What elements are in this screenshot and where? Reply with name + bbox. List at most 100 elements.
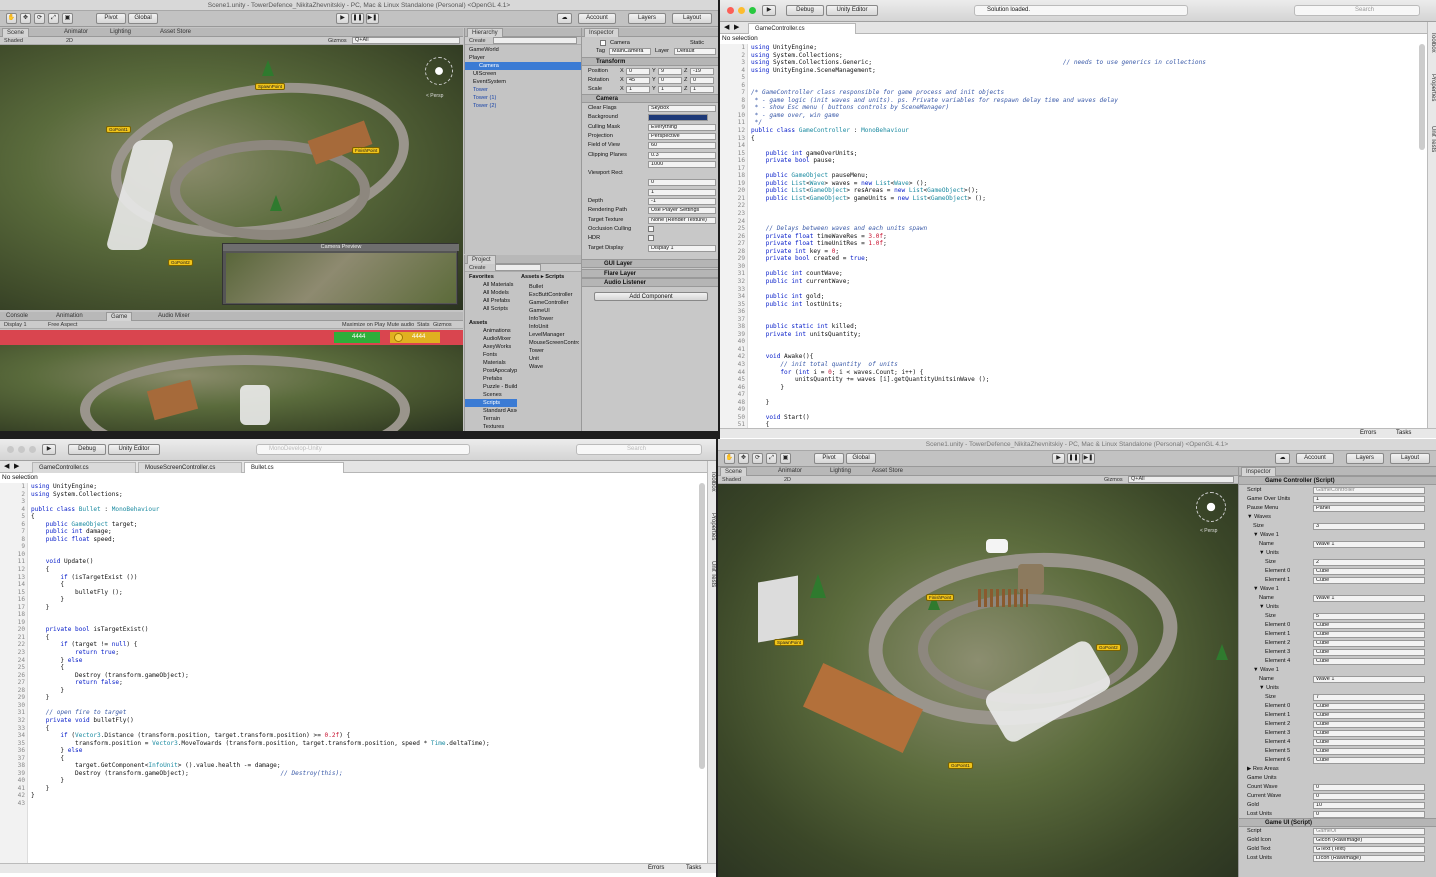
inspector-property-field[interactable]: 3 [1313, 523, 1425, 530]
maximize-on-play-toggle[interactable]: Maximize on Play [342, 321, 385, 329]
toolbox-tab[interactable]: Toolbox [1430, 32, 1436, 53]
assets-tree-item[interactable]: AxeyWorks [483, 343, 517, 351]
hierarchy-item[interactable]: UIScreen [473, 70, 496, 78]
unit-tests-tab[interactable]: Unit Tests [1430, 126, 1436, 152]
static-toggle[interactable]: Static [690, 39, 704, 47]
inspector-property-field[interactable]: 0 [1313, 811, 1425, 818]
game-controller-section[interactable]: Game Controller (Script) [1239, 476, 1436, 485]
transform-y-field[interactable]: 9 [658, 68, 682, 75]
object-reference-field[interactable]: GText (Text) [1313, 846, 1425, 853]
inspector-property-field[interactable]: 5 [1313, 613, 1425, 620]
tab-animator[interactable]: Animator [774, 467, 806, 476]
properties-tab[interactable]: Properties [1430, 74, 1436, 101]
script-asset-item[interactable]: MouseScreenController [529, 339, 579, 347]
tasks-button[interactable]: Tasks [1396, 429, 1411, 438]
rotate-tool-button[interactable]: ⟳ [752, 453, 763, 464]
tasks-button[interactable]: Tasks [686, 864, 701, 873]
assets-tree-item[interactable]: Puzzle - Buildings [483, 383, 517, 391]
errors-button[interactable]: Errors [648, 864, 664, 873]
scene-search-input[interactable]: Q+All [352, 37, 460, 44]
camera-property-field[interactable]: Use Player Settings [648, 207, 716, 215]
object-reference-field[interactable]: Cube [1313, 721, 1425, 728]
camera-property-field[interactable]: 1 [648, 188, 716, 196]
debug-config-dropdown[interactable]: Debug [68, 444, 106, 455]
layers-dropdown[interactable]: Layers [1346, 453, 1384, 464]
project-create-dropdown[interactable]: Create [469, 264, 486, 272]
search-input[interactable]: Search [1294, 5, 1420, 16]
script-asset-item[interactable]: GameController [529, 299, 579, 307]
object-reference-field[interactable]: GIcon (RawImage) [1313, 837, 1425, 844]
inspector-property-field[interactable]: 10 [1313, 802, 1425, 809]
rotate-tool-button[interactable]: ⟳ [34, 13, 45, 24]
script-asset-item[interactable]: ExcButtController [529, 291, 579, 299]
run-target-dropdown[interactable]: Unity Editor [108, 444, 160, 455]
tab-scene[interactable]: Scene [720, 467, 748, 476]
tab-lighting[interactable]: Lighting [106, 28, 135, 37]
assets-tree-item[interactable]: Scenes [483, 391, 517, 399]
back-arrow-icon[interactable]: ◀ [724, 23, 729, 31]
run-button[interactable]: ▶ [42, 444, 56, 455]
2d-toggle[interactable]: 2D [784, 476, 791, 484]
project-search-input[interactable] [495, 264, 541, 271]
scrollbar[interactable] [1419, 44, 1425, 150]
close-window-icon[interactable] [727, 7, 734, 14]
layout-dropdown[interactable]: Layout [672, 13, 712, 24]
unit-tests-tab[interactable]: Unit Tests [710, 561, 716, 587]
camera-property-field[interactable]: -1 [648, 198, 716, 205]
favorite-item[interactable]: All Materials [483, 281, 513, 289]
tab-animation[interactable]: Animation [52, 312, 87, 321]
tab-lighting[interactable]: Lighting [826, 467, 855, 476]
script-asset-item[interactable]: InfoTower [529, 315, 579, 323]
run-target-dropdown[interactable]: Unity Editor [826, 5, 878, 16]
assets-tree-item[interactable]: Animations [483, 327, 517, 335]
stats-toggle[interactable]: Stats [417, 321, 430, 329]
close-window-icon[interactable] [7, 446, 14, 453]
inspector-property-field[interactable]: 1 [1313, 496, 1425, 503]
camera-property-field[interactable]: Everything [648, 123, 716, 131]
play-button[interactable]: ▶ [336, 13, 349, 24]
tab-console[interactable]: Console [2, 312, 32, 321]
component-header[interactable]: Audio Listener [582, 278, 718, 287]
global-toggle[interactable]: Global [846, 453, 876, 464]
object-name[interactable]: Camera [610, 39, 630, 47]
object-reference-field[interactable]: GameUI [1313, 828, 1425, 835]
display-dropdown[interactable]: Display 1 [4, 321, 27, 329]
scene-gizmo[interactable] [425, 57, 453, 85]
camera-property-field[interactable]: Display 1 [648, 244, 716, 252]
zoom-window-icon[interactable] [29, 446, 36, 453]
object-reference-field[interactable]: Cube [1313, 739, 1425, 746]
transform-x-field[interactable]: 1 [626, 86, 650, 93]
component-header[interactable]: Flare Layer [582, 268, 718, 278]
scene-gizmo[interactable] [1196, 492, 1226, 522]
tab-animator[interactable]: Animator [60, 28, 92, 37]
move-tool-button[interactable]: ✥ [20, 13, 31, 24]
hierarchy-item[interactable]: Tower [473, 86, 488, 94]
tab-asset-store[interactable]: Asset Store [868, 467, 907, 476]
2d-toggle[interactable]: 2D [66, 37, 73, 45]
shaded-dropdown[interactable]: Shaded [722, 476, 741, 484]
camera-checkbox[interactable] [648, 235, 654, 242]
scrollbar[interactable] [699, 483, 705, 769]
rect-tool-button[interactable]: ▣ [780, 453, 791, 464]
layout-dropdown[interactable]: Layout [1390, 453, 1430, 464]
transform-z-field[interactable]: 1 [690, 86, 714, 93]
inspector-property-field[interactable]: 7 [1313, 694, 1425, 701]
scene-viewport[interactable]: GoPoint1 SpawnPoint FinishPoint GoPoint2… [0, 45, 463, 310]
pause-button[interactable]: ❚❚ [351, 13, 364, 24]
favorite-item[interactable]: All Models [483, 289, 509, 297]
assets-tree-item-selected[interactable]: Scripts [465, 399, 517, 407]
background-color-swatch[interactable] [648, 114, 708, 122]
script-asset-item[interactable]: Tower [529, 347, 579, 355]
tab-audio-mixer[interactable]: Audio Mixer [154, 312, 194, 321]
hierarchy-item[interactable]: Tower (1) [473, 94, 496, 102]
object-reference-field[interactable]: LIcon (RawImage) [1313, 855, 1425, 862]
object-reference-field[interactable]: Cube [1313, 568, 1425, 575]
hierarchy-search-input[interactable] [493, 37, 577, 44]
transform-x-field[interactable]: 0 [626, 68, 650, 75]
assets-tree-item[interactable]: Textures [483, 423, 517, 431]
hierarchy-item[interactable]: Tower (2) [473, 102, 496, 110]
game-viewport[interactable]: 4444 4444 [0, 330, 463, 431]
object-reference-field[interactable]: Cube [1313, 748, 1425, 755]
tab-game[interactable]: Game [106, 312, 133, 321]
object-reference-field[interactable]: Cube [1313, 712, 1425, 719]
